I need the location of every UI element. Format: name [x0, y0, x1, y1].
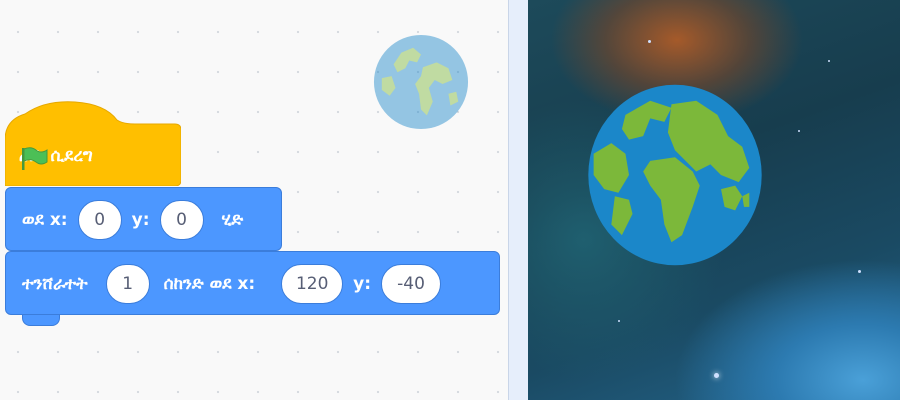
goto-label: ወደ x:	[22, 210, 68, 230]
star	[798, 130, 800, 132]
when-flag-clicked-block[interactable]: ጠቅ ሲደረግ	[5, 100, 181, 186]
glide-mid-label: ሰከንድ ወደ x:	[163, 274, 256, 294]
glide-x-input[interactable]: 120	[281, 264, 344, 304]
star	[858, 270, 861, 273]
goto-x-input[interactable]: 0	[77, 200, 122, 240]
stage[interactable]	[528, 0, 900, 400]
goto-y-label: y:	[131, 210, 150, 230]
goto-suffix-label: ሂድ	[221, 210, 244, 230]
block-notch	[22, 315, 60, 326]
glide-seconds-input[interactable]: 1	[105, 264, 150, 304]
green-flag-icon	[22, 147, 48, 170]
code-workspace[interactable]: ጠቅ ሲደረግ ወደ x: 0 y: 0 ሂድ ተንሸራተት 1 ሰከንድ ወደ…	[0, 0, 510, 400]
goto-y-input[interactable]: 0	[159, 200, 204, 240]
earth-sprite[interactable]	[586, 83, 764, 267]
glide-y-label: y:	[353, 274, 372, 294]
star	[828, 60, 830, 62]
panel-divider	[508, 0, 528, 400]
star	[714, 373, 719, 378]
go-to-xy-block[interactable]: ወደ x: 0 y: 0 ሂድ	[5, 187, 282, 262]
sprite-earth-thumbnail	[373, 34, 469, 130]
glide-label: ተንሸራተት	[22, 274, 88, 294]
star	[618, 320, 620, 322]
star	[648, 40, 651, 43]
glide-y-input[interactable]: -40	[381, 264, 442, 304]
glide-to-xy-block[interactable]: ተንሸራተት 1 ሰከንድ ወደ x: 120 y: -40	[5, 251, 500, 326]
